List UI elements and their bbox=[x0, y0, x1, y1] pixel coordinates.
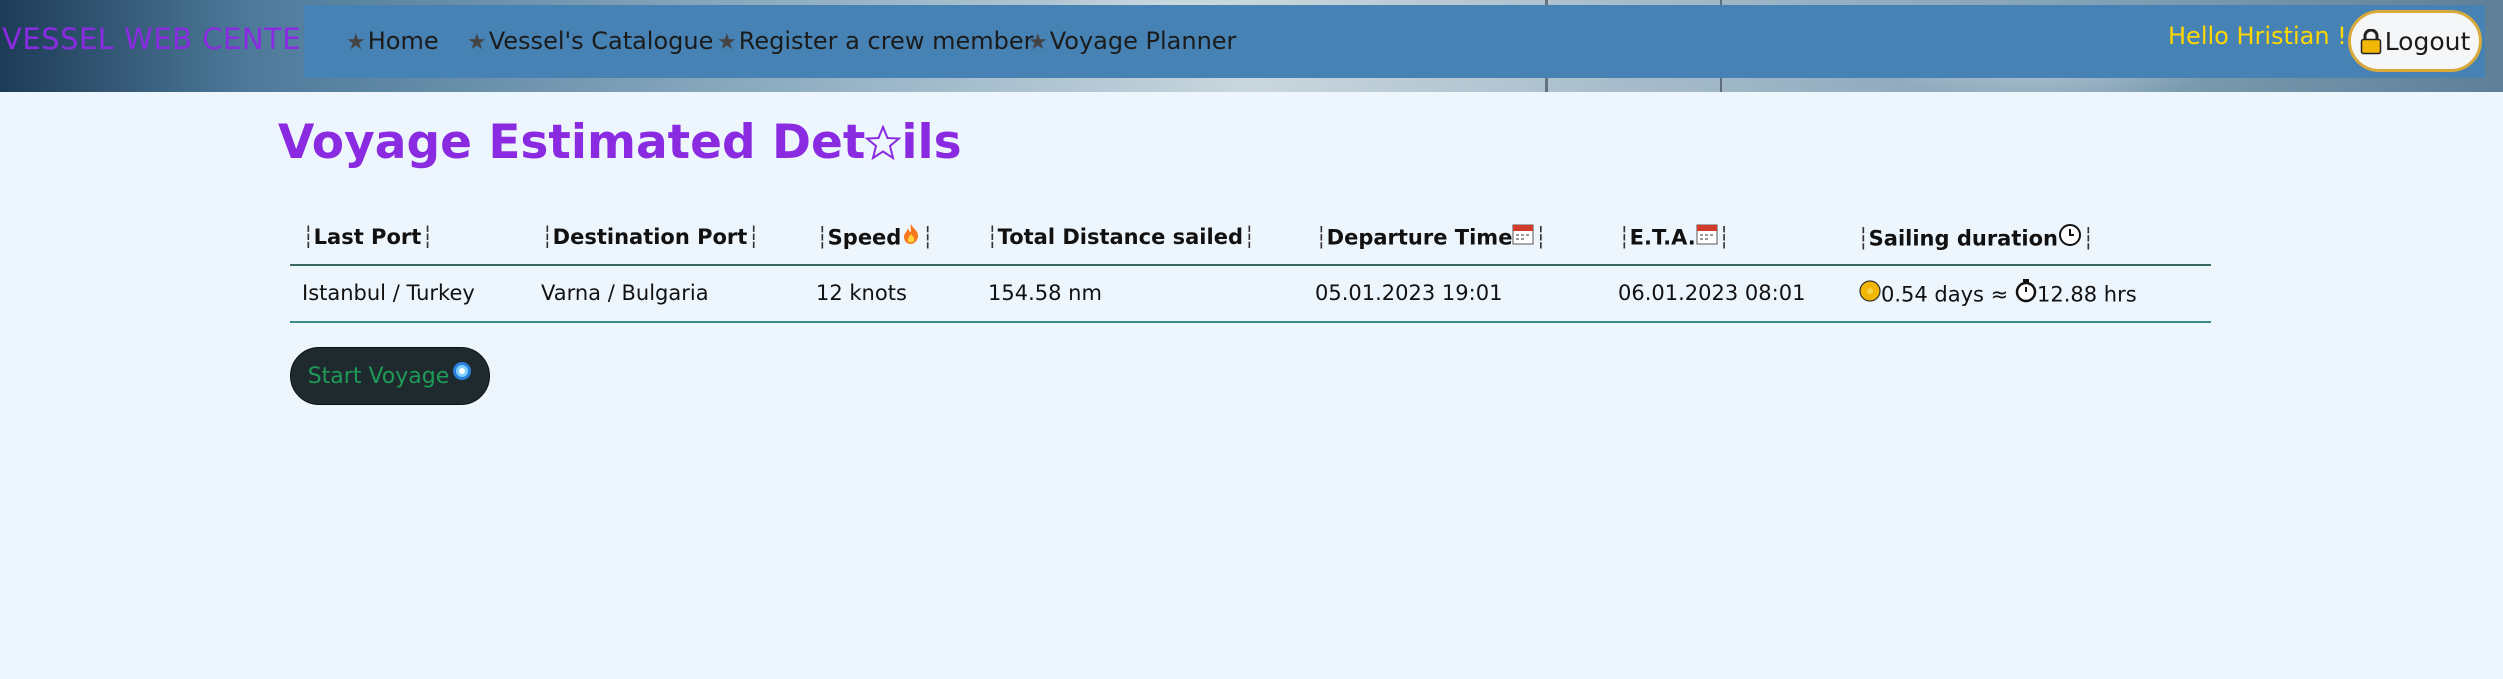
page-title-part-2: ils bbox=[901, 115, 962, 170]
nav-register-crew[interactable]: ★Register a crew member bbox=[717, 5, 1033, 78]
stopwatch-icon bbox=[2015, 279, 2037, 308]
cell-departure-time: 05.01.2023 19:01 bbox=[1315, 281, 1503, 305]
table-row: Istanbul / Turkey Varna / Bulgaria 12 kn… bbox=[290, 266, 2211, 323]
star-icon: ★ bbox=[346, 30, 366, 55]
fire-icon bbox=[901, 223, 921, 250]
voyage-details-table: ┆Last Port┆ ┆Destination Port┆ ┆Speed ┆ ┆… bbox=[290, 211, 2211, 323]
column-header-speed: ┆Speed ┆ bbox=[816, 223, 934, 252]
clock-icon bbox=[2058, 223, 2082, 252]
page-title: Voyage Estimated Det ils bbox=[278, 115, 962, 170]
nav-vessels-catalogue[interactable]: ★Vessel's Catalogue bbox=[467, 5, 713, 78]
table-header-row: ┆Last Port┆ ┆Destination Port┆ ┆Speed ┆ ┆… bbox=[290, 211, 2211, 266]
nav-register-crew-label: Register a crew member bbox=[738, 27, 1034, 55]
nav-vessels-catalogue-label: Vessel's Catalogue bbox=[488, 27, 714, 55]
brand-title[interactable]: VESSEL WEB CENTER bbox=[2, 22, 322, 56]
cell-distance: 154.58 nm bbox=[988, 281, 1102, 305]
sun-icon bbox=[1859, 280, 1881, 307]
star-icon: ★ bbox=[1028, 30, 1048, 55]
star-outline-icon bbox=[864, 115, 903, 170]
nav-voyage-planner[interactable]: ★Voyage Planner bbox=[1028, 5, 1236, 78]
cell-speed: 12 knots bbox=[816, 281, 907, 305]
logout-label: Logout bbox=[2384, 26, 2471, 56]
navbar: ★Home ★Vessel's Catalogue ★Register a cr… bbox=[304, 5, 2485, 78]
compass-icon bbox=[452, 361, 472, 387]
cell-destination-port: Varna / Bulgaria bbox=[541, 281, 709, 305]
logout-button[interactable]: Logout bbox=[2348, 10, 2482, 72]
column-header-departure-time: ┆Departure Time ┆ bbox=[1315, 223, 1547, 252]
duration-days: 0.54 days ≈ bbox=[1881, 282, 2009, 307]
column-header-eta: ┆E.T.A. ┆ bbox=[1618, 223, 1730, 252]
star-icon: ★ bbox=[717, 30, 737, 55]
calendar-icon bbox=[1696, 223, 1718, 250]
column-header-distance: ┆Total Distance sailed┆ bbox=[986, 225, 1256, 249]
column-header-sailing-duration: ┆Sailing duration ┆ bbox=[1857, 223, 2095, 254]
lock-icon bbox=[2360, 28, 2382, 55]
column-header-last-port: ┆Last Port┆ bbox=[302, 225, 434, 249]
nav-home-label: Home bbox=[367, 27, 439, 55]
start-voyage-button[interactable]: Start Voyage bbox=[290, 347, 490, 405]
cell-last-port: Istanbul / Turkey bbox=[302, 281, 475, 305]
nav-home[interactable]: ★Home bbox=[346, 5, 439, 78]
cell-eta: 06.01.2023 08:01 bbox=[1618, 281, 1806, 305]
cell-sailing-duration: 0.54 days ≈ 12.88 hrs bbox=[1859, 279, 2137, 310]
page-title-part-1: Voyage Estimated Det bbox=[278, 115, 866, 170]
calendar-icon bbox=[1512, 223, 1534, 250]
star-icon: ★ bbox=[467, 30, 487, 55]
duration-hours: 12.88 hrs bbox=[2036, 282, 2137, 307]
start-voyage-label: Start Voyage bbox=[307, 363, 450, 389]
column-header-destination-port: ┆Destination Port┆ bbox=[541, 225, 760, 249]
nav-voyage-planner-label: Voyage Planner bbox=[1049, 27, 1237, 55]
header-banner: VESSEL WEB CENTER ★Home ★Vessel's Catalo… bbox=[0, 0, 2503, 92]
greeting-text: Hello Hristian ! bbox=[2168, 22, 2347, 50]
